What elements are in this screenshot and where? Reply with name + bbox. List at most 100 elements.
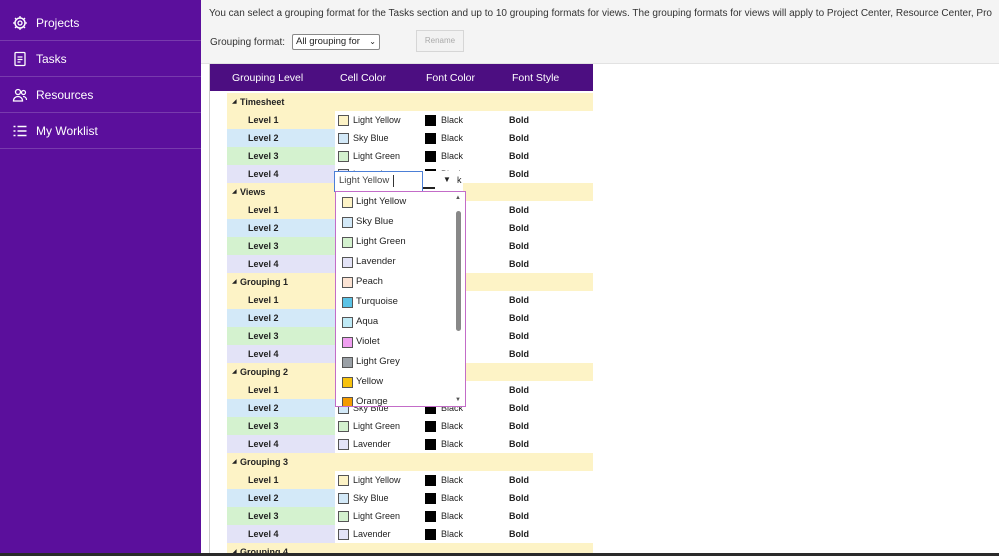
cell-color-cell[interactable]: Light Yellow [335, 111, 421, 129]
font-color-cell[interactable]: Black [421, 147, 507, 165]
font-style-cell[interactable]: Bold [507, 219, 593, 237]
grouping-format-value: All grouping for [296, 36, 360, 47]
collapse-triangle-icon[interactable]: ◢ [232, 458, 237, 465]
color-swatch [338, 475, 349, 486]
cell-color-cell[interactable]: Sky Blue [335, 129, 421, 147]
font-style-cell[interactable]: Bold [507, 201, 593, 219]
font-style-value: Bold [509, 529, 529, 539]
column-header-font-style[interactable]: Font Style [512, 72, 559, 84]
cell-color-cell[interactable]: Light Yellow [335, 471, 421, 489]
font-style-cell[interactable]: Bold [507, 291, 593, 309]
dropdown-option-label: Light Grey [356, 356, 400, 367]
sidebar-item-my-worklist[interactable]: My Worklist [0, 113, 201, 149]
grouping-format-select[interactable]: All grouping for ⌄ [292, 34, 380, 50]
font-color-cell[interactable]: Black [421, 417, 507, 435]
column-header-grouping-level[interactable]: Grouping Level [232, 72, 303, 84]
dropdown-option-label: Aqua [356, 316, 379, 327]
group-row[interactable]: ◢ Grouping 3 [227, 453, 593, 471]
column-header-cell-color[interactable]: Cell Color [340, 72, 386, 84]
font-color-cell[interactable]: Black [421, 435, 507, 453]
cell-color-cell[interactable]: Light Green [335, 147, 421, 165]
gear-icon [12, 15, 28, 31]
font-style-cell[interactable]: Bold [507, 255, 593, 273]
cell-color-cell[interactable]: Lavender [335, 525, 421, 543]
font-style-cell[interactable]: Bold [507, 489, 593, 507]
font-color-cell[interactable]: Black [421, 111, 507, 129]
dropdown-option[interactable]: Aqua [336, 312, 454, 332]
font-style-cell[interactable]: Bold [507, 129, 593, 147]
group-name: Views [240, 187, 266, 197]
font-style-cell[interactable]: Bold [507, 345, 593, 363]
dropdown-option[interactable]: Sky Blue [336, 212, 454, 232]
column-header-font-color[interactable]: Font Color [426, 72, 475, 84]
people-icon [12, 87, 28, 103]
color-swatch [338, 439, 349, 450]
dropdown-option[interactable]: Turquoise [336, 292, 454, 312]
collapse-triangle-icon[interactable]: ◢ [232, 368, 237, 375]
sidebar-item-label: Resources [36, 87, 94, 102]
table-row[interactable]: Level 4 Lavender Black Bold [227, 525, 593, 543]
font-style-cell[interactable]: Bold [507, 399, 593, 417]
font-style-cell[interactable]: Bold [507, 435, 593, 453]
cell-color-cell[interactable]: Light Green [335, 507, 421, 525]
list-icon [12, 123, 28, 139]
scroll-up-icon[interactable]: ▲ [455, 195, 461, 201]
table-row[interactable]: Level 2 Sky Blue Black Bold [227, 489, 593, 507]
font-color-cell[interactable]: Black [421, 489, 507, 507]
font-style-value: Bold [509, 475, 529, 485]
dropdown-option[interactable]: Orange [336, 392, 454, 407]
dropdown-option[interactable]: Light Grey [336, 352, 454, 372]
font-style-cell[interactable]: Bold [507, 111, 593, 129]
font-style-cell[interactable]: Bold [507, 327, 593, 345]
dropdown-option[interactable]: Light Green [336, 232, 454, 252]
cell-color-cell[interactable]: Lavender [335, 435, 421, 453]
cell-color-cell[interactable]: Sky Blue [335, 489, 421, 507]
dropdown-option-label: Orange [356, 396, 388, 407]
dropdown-option[interactable]: Lavender [336, 252, 454, 272]
table-row[interactable]: Level 1 Light Yellow Black Bold [227, 111, 593, 129]
rename-button[interactable]: Rename [416, 30, 464, 52]
sidebar-item-resources[interactable]: Resources [0, 77, 201, 113]
font-style-cell[interactable]: Bold [507, 381, 593, 399]
font-style-cell[interactable]: Bold [507, 237, 593, 255]
collapse-triangle-icon[interactable]: ◢ [232, 98, 237, 105]
dropdown-option[interactable]: Peach [336, 272, 454, 292]
sidebar-item-projects[interactable]: Projects [0, 5, 201, 41]
font-color-cell[interactable]: Black [421, 507, 507, 525]
font-color-cell[interactable]: Black [421, 471, 507, 489]
group-row[interactable]: ◢ Timesheet [227, 93, 593, 111]
collapse-triangle-icon[interactable]: ◢ [232, 188, 237, 195]
font-color-editor[interactable]: ▼ k [423, 171, 463, 192]
font-style-cell[interactable]: Bold [507, 417, 593, 435]
scroll-thumb[interactable] [456, 211, 461, 331]
dropdown-scrollbar[interactable]: ▲ ▼ [455, 195, 463, 403]
font-style-cell[interactable]: Bold [507, 525, 593, 543]
font-color-cell[interactable]: Black [421, 525, 507, 543]
color-swatch [338, 133, 349, 144]
dropdown-option[interactable]: Violet [336, 332, 454, 352]
sidebar-item-tasks[interactable]: Tasks [0, 41, 201, 77]
collapse-triangle-icon[interactable]: ◢ [232, 278, 237, 285]
font-color-swatch [423, 187, 435, 189]
table-row[interactable]: Level 3 Light Green Black Bold [227, 507, 593, 525]
dropdown-option[interactable]: Light Yellow [336, 192, 454, 212]
cell-color-editor[interactable]: Light Yellow [334, 171, 423, 192]
dropdown-option[interactable]: Yellow [336, 372, 454, 392]
dropdown-arrow-icon[interactable]: ▼ [443, 175, 451, 184]
font-style-value: Bold [509, 295, 529, 305]
font-style-cell[interactable]: Bold [507, 471, 593, 489]
table-row[interactable]: Level 2 Sky Blue Black Bold [227, 129, 593, 147]
font-color-cell[interactable]: Black [421, 129, 507, 147]
cell-color-cell[interactable]: Light Green [335, 417, 421, 435]
table-row[interactable]: Level 4 Lavender Black Bold [227, 435, 593, 453]
cell-color-dropdown[interactable]: Light Yellow Sky Blue Light Green Lavender P… [335, 191, 466, 407]
table-row[interactable]: Level 3 Light Green Black Bold [227, 147, 593, 165]
table-row[interactable]: Level 1 Light Yellow Black Bold [227, 471, 593, 489]
table-row[interactable]: Level 3 Light Green Black Bold [227, 417, 593, 435]
font-style-cell[interactable]: Bold [507, 165, 593, 183]
font-color-value: Black [441, 439, 464, 449]
font-style-cell[interactable]: Bold [507, 309, 593, 327]
scroll-down-icon[interactable]: ▼ [455, 397, 461, 403]
font-style-cell[interactable]: Bold [507, 147, 593, 165]
font-style-cell[interactable]: Bold [507, 507, 593, 525]
